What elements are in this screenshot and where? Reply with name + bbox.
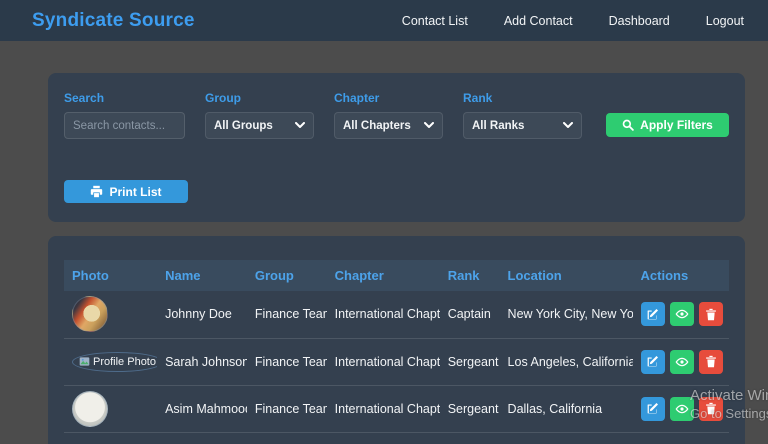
rank-filter-group: Rank All Ranks xyxy=(463,91,582,139)
delete-button[interactable] xyxy=(698,302,723,327)
cell-chapter: International Chapter xyxy=(326,385,440,433)
photo-alt-text: Profile Photo xyxy=(93,355,156,368)
header-chapter: Chapter xyxy=(326,260,440,291)
navbar: Syndicate Source Contact List Add Contac… xyxy=(0,0,768,41)
row-actions xyxy=(640,349,729,374)
broken-image-placeholder: Profile Photo xyxy=(72,351,158,372)
printer-icon xyxy=(90,185,103,198)
broken-image-icon xyxy=(79,356,90,367)
group-filter-group: Group All Groups xyxy=(205,91,314,139)
table-row: Asim Mahmood Finance Team International … xyxy=(64,385,729,433)
nav-links: Contact List Add Contact Dashboard Logou… xyxy=(402,14,744,28)
contact-avatar xyxy=(72,296,108,333)
trash-icon xyxy=(705,402,717,415)
view-button[interactable] xyxy=(669,396,694,421)
header-name: Name xyxy=(157,260,247,291)
eye-icon xyxy=(675,402,689,416)
print-list-label: Print List xyxy=(109,184,162,199)
group-select[interactable]: All Groups xyxy=(205,112,314,139)
chevron-down-icon xyxy=(424,122,434,129)
edit-icon xyxy=(646,402,659,415)
table-row: Profile Photo Sarah Johnson Finance Team… xyxy=(64,338,729,386)
rank-label: Rank xyxy=(463,91,493,105)
nav-item-logout[interactable]: Logout xyxy=(706,14,744,28)
chapter-label: Chapter xyxy=(334,91,380,105)
chapter-select-value: All Chapters xyxy=(343,119,411,132)
chapter-filter-group: Chapter All Chapters xyxy=(334,91,443,139)
brand-title[interactable]: Syndicate Source xyxy=(32,10,195,32)
group-label: Group xyxy=(205,91,241,105)
delete-button[interactable] xyxy=(698,349,723,374)
cell-rank: Sergeant xyxy=(439,385,500,433)
cell-group: Finance Team xyxy=(246,385,327,433)
table-header-row: Photo Name Group Chapter Rank Location A… xyxy=(64,260,729,291)
cell-chapter: International Chapter xyxy=(326,291,440,339)
cell-group: Finance Team xyxy=(246,291,327,339)
header-photo: Photo xyxy=(64,260,158,291)
rank-select[interactable]: All Ranks xyxy=(463,112,582,139)
eye-icon xyxy=(675,355,689,369)
header-actions: Actions xyxy=(632,260,729,291)
nav-item-contact-list[interactable]: Contact List xyxy=(402,14,468,28)
rank-select-value: All Ranks xyxy=(472,119,525,132)
cell-name: Asim Mahmood xyxy=(157,385,247,433)
edit-icon xyxy=(646,308,659,321)
cell-location: Los Angeles, California xyxy=(499,338,633,386)
cell-name: Johnny Doe xyxy=(157,291,247,339)
contact-avatar xyxy=(72,390,108,427)
header-group: Group xyxy=(246,260,327,291)
search-label: Search xyxy=(64,91,105,105)
apply-filters-button[interactable]: Apply Filters xyxy=(606,113,729,137)
header-rank: Rank xyxy=(439,260,500,291)
nav-item-dashboard[interactable]: Dashboard xyxy=(609,14,670,28)
contacts-table-card: Photo Name Group Chapter Rank Location A… xyxy=(48,236,745,444)
delete-button[interactable] xyxy=(698,396,723,421)
contacts-table: Photo Name Group Chapter Rank Location A… xyxy=(64,260,729,433)
table-row: Johnny Doe Finance Team International Ch… xyxy=(64,291,729,339)
search-icon xyxy=(622,119,634,131)
view-button[interactable] xyxy=(669,349,694,374)
cell-rank: Sergeant xyxy=(439,338,500,386)
apply-filters-label: Apply Filters xyxy=(640,118,713,132)
row-actions xyxy=(640,302,729,327)
chevron-down-icon xyxy=(295,122,305,129)
print-list-button[interactable]: Print List xyxy=(64,180,188,203)
search-input[interactable] xyxy=(64,112,185,139)
cell-group: Finance Team xyxy=(246,338,327,386)
header-location: Location xyxy=(499,260,633,291)
trash-icon xyxy=(705,355,717,368)
edit-button[interactable] xyxy=(640,396,665,421)
edit-button[interactable] xyxy=(640,349,665,374)
filter-panel: Search Group All Groups Chapter All Chap… xyxy=(48,73,745,222)
cell-name: Sarah Johnson xyxy=(157,338,247,386)
group-select-value: All Groups xyxy=(214,119,273,132)
eye-icon xyxy=(675,307,689,321)
chevron-down-icon xyxy=(563,122,573,129)
cell-location: New York City, New York xyxy=(499,291,633,339)
view-button[interactable] xyxy=(669,302,694,327)
cell-chapter: International Chapter xyxy=(326,338,440,386)
main-content: Search Group All Groups Chapter All Chap… xyxy=(0,41,768,444)
edit-button[interactable] xyxy=(640,302,665,327)
chapter-select[interactable]: All Chapters xyxy=(334,112,443,139)
search-filter-group: Search xyxy=(64,91,185,139)
nav-item-add-contact[interactable]: Add Contact xyxy=(504,14,573,28)
cell-rank: Captain xyxy=(439,291,500,339)
trash-icon xyxy=(705,308,717,321)
edit-icon xyxy=(646,355,659,368)
cell-location: Dallas, California xyxy=(499,385,633,433)
row-actions xyxy=(640,396,729,421)
